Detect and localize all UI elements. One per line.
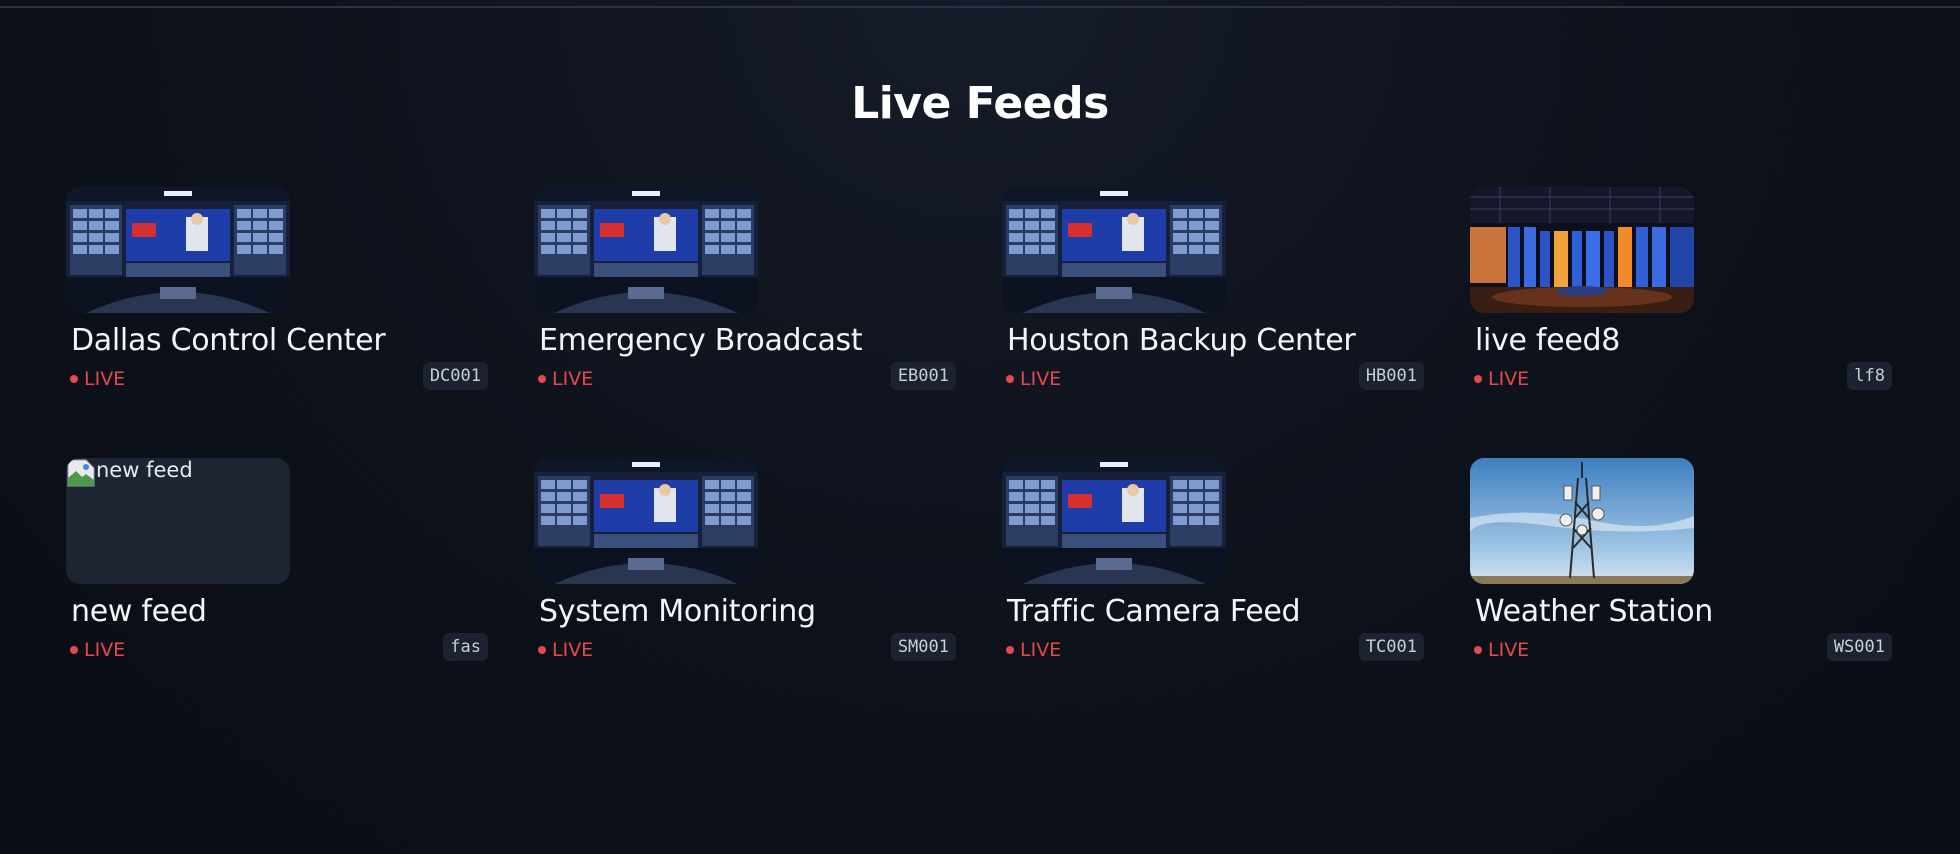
feed-card[interactable]: Weather Station LIVE WS001 [1470, 458, 1892, 678]
live-label: LIVE [84, 368, 126, 390]
newsroom-image [1002, 187, 1226, 313]
feed-thumbnail[interactable] [1002, 187, 1226, 313]
tower-image [1470, 458, 1694, 584]
live-indicator: LIVE [538, 639, 593, 661]
live-label: LIVE [1020, 368, 1062, 390]
live-indicator: LIVE [1474, 368, 1529, 390]
feed-name: Dallas Control Center [71, 323, 386, 358]
feed-card[interactable]: new feed new feed LIVE fas [66, 458, 488, 678]
live-dot-icon [538, 375, 546, 383]
live-dot-icon [1474, 375, 1482, 383]
live-dot-icon [538, 646, 546, 654]
feed-card[interactable]: Traffic Camera Feed LIVE TC001 [1002, 458, 1424, 678]
feed-code-badge: HB001 [1358, 362, 1424, 390]
feed-name: live feed8 [1475, 323, 1621, 358]
feed-card[interactable]: Emergency Broadcast LIVE EB001 [534, 187, 956, 407]
feed-name: Houston Backup Center [1007, 323, 1356, 358]
feed-card[interactable]: live feed8 LIVE lf8 [1470, 187, 1892, 407]
broken-image-icon [66, 458, 96, 488]
live-dot-icon [70, 646, 78, 654]
feed-code-badge: DC001 [422, 362, 488, 390]
live-indicator: LIVE [538, 368, 593, 390]
live-dot-icon [70, 375, 78, 383]
feed-code-badge: EB001 [890, 362, 956, 390]
live-label: LIVE [84, 639, 126, 661]
feed-thumbnail[interactable] [1470, 458, 1694, 584]
feed-thumbnail[interactable]: new feed [66, 458, 290, 584]
feed-card[interactable]: System Monitoring LIVE SM001 [534, 458, 956, 678]
live-indicator: LIVE [1474, 639, 1529, 661]
live-indicator: LIVE [70, 368, 125, 390]
newsroom-image [1002, 458, 1226, 584]
feed-name: Traffic Camera Feed [1007, 594, 1301, 629]
broken-image: new feed [66, 458, 193, 488]
feed-thumbnail[interactable] [534, 187, 758, 313]
feed-thumbnail[interactable] [66, 187, 290, 313]
feed-thumbnail[interactable] [1002, 458, 1226, 584]
feed-name: new feed [71, 594, 207, 629]
feed-code-badge: WS001 [1826, 633, 1892, 661]
live-dot-icon [1474, 646, 1482, 654]
feed-name: System Monitoring [539, 594, 816, 629]
live-label: LIVE [552, 368, 594, 390]
live-indicator: LIVE [1006, 639, 1061, 661]
feed-card[interactable]: Houston Backup Center LIVE HB001 [1002, 187, 1424, 407]
live-indicator: LIVE [70, 639, 125, 661]
feed-code-badge: lf8 [1847, 362, 1892, 390]
feed-name: Emergency Broadcast [539, 323, 863, 358]
newsroom-image [534, 458, 758, 584]
feed-thumbnail[interactable] [534, 458, 758, 584]
newsroom-image [534, 187, 758, 313]
live-label: LIVE [552, 639, 594, 661]
page-title: Live Feeds [851, 78, 1109, 129]
feed-code-badge: fas [443, 633, 488, 661]
feed-code-badge: TC001 [1358, 633, 1424, 661]
feed-card[interactable]: Dallas Control Center LIVE DC001 [66, 187, 488, 407]
studio-image [1470, 187, 1694, 313]
top-border [0, 6, 1960, 8]
live-dot-icon [1006, 646, 1014, 654]
live-dot-icon [1006, 375, 1014, 383]
live-label: LIVE [1020, 639, 1062, 661]
live-indicator: LIVE [1006, 368, 1061, 390]
feed-thumbnail[interactable] [1470, 187, 1694, 313]
newsroom-image [66, 187, 290, 313]
live-label: LIVE [1488, 639, 1530, 661]
feed-code-badge: SM001 [890, 633, 956, 661]
live-label: LIVE [1488, 368, 1530, 390]
broken-image-alt: new feed [96, 458, 193, 482]
feed-grid: Dallas Control Center LIVE DC001 Emergen… [66, 187, 1896, 729]
feed-name: Weather Station [1475, 594, 1714, 629]
